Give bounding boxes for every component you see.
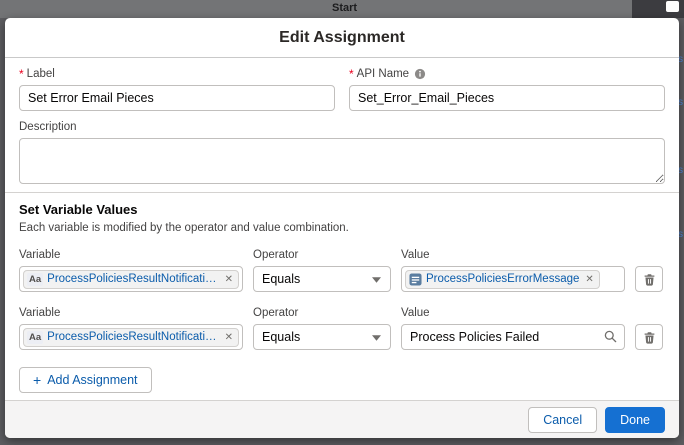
operator-select[interactable]: Equals: [253, 324, 391, 350]
required-marker: *: [19, 68, 24, 81]
section-title: Set Variable Values: [19, 202, 665, 217]
trash-icon: [643, 331, 656, 344]
operator-selected-value: Equals: [262, 330, 300, 344]
description-field-label: Description: [19, 119, 665, 135]
required-marker: *: [349, 68, 354, 81]
label-field-label: * Label: [19, 66, 335, 82]
modal-title: Edit Assignment: [15, 29, 669, 47]
variable-combobox[interactable]: Aa ProcessPoliciesResultNotificationTitl…: [19, 324, 243, 350]
variable-combobox[interactable]: Aa ProcessPoliciesResultNotificationBody…: [19, 266, 243, 292]
plus-icon: +: [33, 373, 41, 387]
value-lookup-input[interactable]: [401, 324, 625, 350]
chevron-down-icon: [372, 277, 381, 283]
operator-column-label: Operator: [253, 247, 391, 263]
modal-footer: Cancel Done: [5, 400, 679, 438]
text-template-icon: [409, 273, 422, 286]
resource-pill: Aa ProcessPoliciesResultNotificationTitl…: [23, 328, 239, 347]
section-subtitle: Each variable is modified by the operato…: [19, 222, 665, 234]
api-name-input[interactable]: [349, 85, 665, 111]
cancel-button[interactable]: Cancel: [528, 407, 597, 433]
text-type-icon: Aa: [27, 273, 43, 286]
assignment-row: Variable Aa ProcessPoliciesResultNotific…: [19, 305, 665, 350]
remove-pill-icon[interactable]: ✕: [225, 332, 233, 343]
variable-column-label: Variable: [19, 247, 243, 263]
value-combobox[interactable]: ProcessPoliciesErrorMessage ✕: [401, 266, 625, 292]
resource-pill-label: ProcessPoliciesResultNotificationTitle: [47, 331, 218, 343]
api-name-field-label: * API Name: [349, 66, 665, 82]
remove-pill-icon[interactable]: ✕: [585, 274, 593, 285]
chevron-down-icon: [372, 335, 381, 341]
resource-pill: ProcessPoliciesErrorMessage ✕: [405, 270, 600, 289]
variable-column-label: Variable: [19, 305, 243, 321]
search-icon[interactable]: [604, 330, 617, 343]
assignment-row: Variable Aa ProcessPoliciesResultNotific…: [19, 247, 665, 292]
trash-icon: [643, 273, 656, 286]
background-canvas-strip: Start: [0, 0, 684, 18]
remove-pill-icon[interactable]: ✕: [225, 274, 233, 285]
edit-assignment-modal: Edit Assignment * Label * API Name: [5, 18, 679, 438]
info-icon[interactable]: [414, 68, 426, 80]
label-input[interactable]: [19, 85, 335, 111]
text-type-icon: Aa: [27, 331, 43, 344]
modal-header: Edit Assignment: [5, 18, 679, 58]
background-node-fragment: [666, 1, 679, 12]
resource-pill: Aa ProcessPoliciesResultNotificationBody…: [23, 270, 239, 289]
modal-body: * Label * API Name: [5, 58, 679, 400]
delete-assignment-button[interactable]: [635, 324, 663, 350]
flow-start-node-label: Start: [332, 2, 357, 14]
add-assignment-label: Add Assignment: [47, 373, 137, 387]
delete-assignment-button[interactable]: [635, 266, 663, 292]
done-button[interactable]: Done: [605, 407, 665, 433]
operator-column-label: Operator: [253, 305, 391, 321]
value-column-label: Value: [401, 305, 625, 321]
background-canvas-fragment: [632, 0, 684, 18]
resource-pill-label: ProcessPoliciesErrorMessage: [426, 273, 579, 285]
section-divider: [5, 192, 679, 193]
resource-pill-label: ProcessPoliciesResultNotificationBody: [47, 273, 218, 285]
value-column-label: Value: [401, 247, 625, 263]
operator-select[interactable]: Equals: [253, 266, 391, 292]
add-assignment-button[interactable]: + Add Assignment: [19, 367, 152, 393]
operator-selected-value: Equals: [262, 272, 300, 286]
description-textarea[interactable]: [19, 138, 665, 184]
